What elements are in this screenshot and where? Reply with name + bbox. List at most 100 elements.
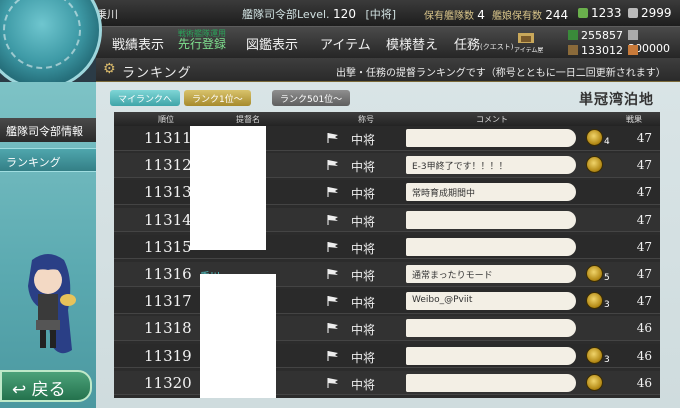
menu-items[interactable]: アイテム <box>320 34 371 53</box>
tab-my-rank[interactable]: マイランクへ <box>110 90 181 106</box>
hq-level: 艦隊司令部Level. 120 [中将] <box>242 6 396 22</box>
back-button[interactable]: ↩ 戻る <box>0 370 92 402</box>
row-comment: 常時育成期間中 <box>406 183 576 202</box>
ships-count: 4 <box>477 8 485 22</box>
item-shop-button[interactable]: アイテム屋 <box>514 31 543 55</box>
header-note: 出撃・任務の提督ランキングです（称号とともに一日二回更新されます） <box>336 68 666 79</box>
row-comment <box>406 346 576 365</box>
girls-count: 244 <box>545 8 569 22</box>
row-comment: 通常まったりモード <box>406 265 576 283</box>
row-position: 11320 <box>144 373 192 392</box>
row-title: 中将 <box>351 296 376 311</box>
tab-rank-501[interactable]: ランク501位～ <box>272 90 351 106</box>
menu-library[interactable]: 図鑑表示 <box>246 34 298 53</box>
table-row[interactable]: 11319 中将 3 46 <box>114 343 660 369</box>
menu-record[interactable]: 戦績表示 <box>112 34 164 53</box>
row-position: 11316 <box>144 265 192 283</box>
row-title: 中将 <box>351 241 376 256</box>
flag-icon <box>327 377 338 388</box>
row-position: 11318 <box>144 319 192 338</box>
row-comment <box>406 319 576 338</box>
row-score: 46 <box>636 375 652 390</box>
row-score: 47 <box>636 212 652 227</box>
flag-icon <box>327 133 338 143</box>
row-title: 中将 <box>351 133 376 147</box>
menu-fleet-register[interactable]: 戦術艦隊運用 先行登録 <box>178 28 226 50</box>
ammo-icon <box>568 45 578 55</box>
menu-furniture[interactable]: 模様替え <box>386 34 438 53</box>
tab-rank-1[interactable]: ランク1位～ <box>184 90 251 106</box>
bucket-icon <box>578 8 588 18</box>
top-resource: 2999 <box>628 6 672 20</box>
header-position: 順位 <box>158 115 174 124</box>
hq-level-value: 120 <box>333 7 356 21</box>
secretary-ship-character[interactable] <box>10 250 86 370</box>
flag-icon <box>327 323 338 334</box>
row-score: 47 <box>636 294 652 309</box>
ammo: 133012 <box>568 44 623 57</box>
medal-icon <box>586 265 603 282</box>
bucket-value: 1233 <box>591 6 622 20</box>
row-position: 11319 <box>144 346 192 365</box>
row-title: 中将 <box>351 187 376 202</box>
header-score: 戦果 <box>626 115 642 124</box>
row-comment: E-3甲終了です！！！！ <box>406 156 576 175</box>
ranking-main-panel: マイランクへ ランク1位～ ランク501位～ 単冠湾泊地 順位 提督名 称号 コ… <box>96 82 680 408</box>
girls-label: 艦娘保有数 <box>492 11 543 22</box>
flag-icon <box>327 187 338 198</box>
flag-icon <box>327 350 338 361</box>
ranking-header: ⚙ ランキング 出撃・任務の提督ランキングです（称号とともに一日二回更新されます… <box>96 58 680 82</box>
rank-label: [中将] <box>365 8 397 21</box>
row-score: 47 <box>636 239 652 254</box>
left-side-panel: 艦隊司令部情報 ランキング ↩ 戻る <box>0 82 96 408</box>
medal-icon <box>586 373 603 391</box>
row-comment <box>406 237 576 256</box>
row-title: 中将 <box>351 214 376 229</box>
medal-icon <box>586 156 603 174</box>
medal-icon <box>586 292 603 310</box>
hq-level-label: 艦隊司令部Level. <box>242 8 330 21</box>
table-row[interactable]: 11317 中将 Weibo_@Pviit 3 47 <box>114 289 660 314</box>
admiral-base-name: 単冠湾泊地 <box>579 92 654 108</box>
row-medal-count: 5 <box>604 273 610 283</box>
medal-icon <box>586 129 603 146</box>
row-position: 11314 <box>144 210 192 229</box>
fuel-icon <box>568 30 578 40</box>
hq-emblem-icon[interactable] <box>0 0 102 90</box>
row-title: 中将 <box>351 269 376 283</box>
table-row[interactable]: 11318 中将 46 <box>114 316 660 341</box>
flag-icon <box>327 214 338 225</box>
back-arrow-icon: ↩ <box>12 380 27 400</box>
main-menu-bar: 戦績表示 戦術艦隊運用 先行登録 図鑑表示 アイテム 模様替え 任務(クエスト)… <box>96 26 680 70</box>
side-item-hq-info[interactable]: 艦隊司令部情報 <box>0 118 96 142</box>
shop-icon <box>518 33 534 43</box>
table-row[interactable]: 11320 中将 46 <box>114 370 660 396</box>
instant-build-icon <box>628 8 638 18</box>
row-title: 中将 <box>351 377 376 392</box>
ammo-value: 133012 <box>581 44 623 57</box>
bauxite-icon <box>628 45 638 55</box>
row-score: 47 <box>636 185 652 200</box>
row-comment: Weibo_@Pviit <box>406 292 576 311</box>
flag-icon <box>327 160 338 171</box>
bucket-count: 1233 <box>578 6 622 20</box>
menu-quests[interactable]: 任務(クエスト) <box>454 34 513 53</box>
row-title: 中将 <box>351 160 376 175</box>
row-comment <box>406 210 576 229</box>
fuel-value: 255857 <box>581 29 623 42</box>
header-name: 提督名 <box>236 115 260 124</box>
row-score: 47 <box>636 158 652 173</box>
row-title: 中将 <box>351 323 376 338</box>
page-title: ランキング <box>122 66 192 81</box>
flag-icon <box>327 269 338 279</box>
back-label: 戻る <box>31 380 66 400</box>
side-item-ranking[interactable]: ランキング <box>0 148 96 172</box>
row-title: 中将 <box>351 350 376 365</box>
redacted-names-block-2 <box>200 274 276 398</box>
row-medal-count: 3 <box>604 300 610 311</box>
table-row[interactable]: 11316乗川中将通常まったりモード547 <box>114 262 660 287</box>
row-score: 47 <box>636 131 652 145</box>
table-header: 順位 提督名 称号 コメント 戦果 <box>114 112 660 126</box>
flag-icon <box>327 241 338 252</box>
row-comment <box>406 129 576 147</box>
